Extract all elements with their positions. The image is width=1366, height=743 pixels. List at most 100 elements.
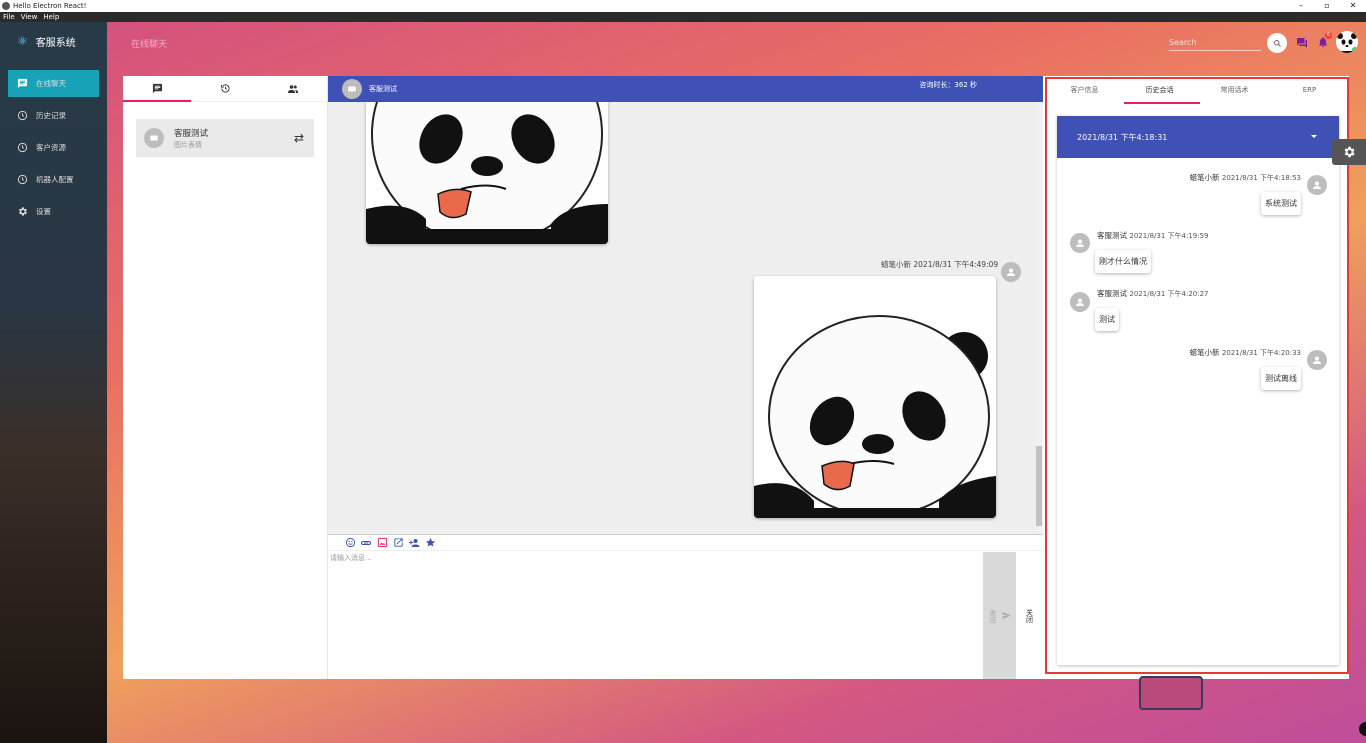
history-session-card: 2021/8/31 下午4:18:31 蜡笔小新 2021/8/31 下午4:1… (1057, 116, 1339, 665)
settings-drawer-button[interactable] (1332, 139, 1366, 165)
user-avatar (1307, 350, 1327, 370)
sidebar-item-label: 历史记录 (36, 111, 66, 120)
panda-sticker-image (366, 102, 608, 244)
sidebar-item-label: 客户资源 (36, 143, 66, 152)
notification-badge: 6 (1325, 32, 1332, 39)
clock-icon (17, 110, 28, 121)
chat-contact-name: 客服测试 (369, 85, 397, 93)
page-title: 在线聊天 (131, 40, 168, 50)
close-label: 关闭 (1025, 608, 1034, 623)
send-label: 发送 (989, 608, 997, 623)
session-select-value: 2021/8/31 下午4:18:31 (1077, 132, 1168, 142)
conversation-name: 客服测试 (174, 128, 209, 139)
history-icon (220, 84, 230, 93)
conversation-item[interactable]: 客服测试 图片表情 ⇄ (136, 119, 314, 157)
history-time: 2021/8/31 下午4:19:59 (1129, 232, 1209, 240)
transfer-icon[interactable]: ⇄ (294, 131, 304, 145)
consult-duration: 咨询时长：362 秒 (919, 81, 977, 89)
tab-contacts[interactable] (259, 76, 327, 101)
message-sender: 蜡笔小新 2021/8/31 下午4:49:09 (881, 260, 999, 269)
sidebar-item-label: 在线聊天 (36, 79, 66, 88)
panda-sticker-image (754, 276, 996, 518)
message-scrollbar[interactable] (1035, 102, 1043, 534)
tab-quick-replies[interactable]: 常用话术 (1197, 79, 1272, 105)
star-icon[interactable] (424, 537, 436, 549)
history-message-header: 蜡笔小新 2021/8/31 下午4:18:53 (1190, 172, 1302, 183)
tab-recent-chats[interactable] (191, 76, 259, 101)
tab-customer-info[interactable]: 客户信息 (1047, 79, 1122, 105)
search-icon (1273, 39, 1281, 47)
message-input[interactable] (328, 551, 983, 679)
brand-name: 客服系统 (35, 37, 76, 49)
floating-widget-thumbnail[interactable] (1139, 676, 1203, 710)
send-button[interactable]: 发送 (983, 552, 1016, 679)
messages-icon[interactable] (1296, 37, 1308, 49)
gear-icon (1344, 146, 1355, 158)
brand: ⚛ 客服系统 (0, 22, 107, 60)
search-box (1169, 35, 1261, 51)
user-avatar (1001, 262, 1021, 282)
chat-icon (152, 83, 162, 94)
history-sender: 蜡笔小新 (1189, 173, 1220, 182)
history-message-header: 客服测试 2021/8/31 下午4:19:59 (1097, 230, 1209, 241)
message-list[interactable]: 蜡笔小新 2021/8/31 下午4:49:09 (328, 102, 1043, 534)
chat-header: 客服测试 咨询时长：362 秒 (328, 76, 1043, 102)
add-person-icon[interactable] (408, 537, 420, 549)
sidebar-item-label: 设置 (36, 207, 51, 216)
user-avatar[interactable] (1336, 31, 1358, 53)
tab-erp[interactable]: ERP (1272, 79, 1347, 105)
maximize-button[interactable]: ▫ (1314, 0, 1340, 12)
clock-icon (17, 142, 28, 153)
left-tab-indicator (123, 100, 191, 102)
menu-help[interactable]: Help (43, 13, 59, 21)
emoji-icon[interactable] (344, 537, 356, 549)
scrollbar-thumb[interactable] (1036, 446, 1042, 526)
right-tabs: 客户信息 历史会话 常用话术 ERP (1047, 79, 1347, 105)
image-message[interactable] (366, 102, 608, 244)
history-time: 2021/8/31 下午4:20:33 (1221, 349, 1301, 357)
right-tab-indicator (1124, 102, 1200, 104)
chat-icon (17, 78, 28, 89)
tab-current-chats[interactable] (123, 76, 191, 101)
session-select[interactable]: 2021/8/31 下午4:18:31 (1057, 116, 1339, 158)
history-message-bubble: 系统测试 (1261, 192, 1301, 215)
history-time: 2021/8/31 下午4:20:27 (1129, 290, 1209, 298)
history-message-bubble: 刚才什么情况 (1095, 250, 1151, 273)
sidebar-nav: 在线聊天 历史记录 客户资源 机器人配置 设置 (0, 70, 107, 225)
sidebar: ⚛ 客服系统 在线聊天 历史记录 客户资源 机器人配置 设置 (0, 22, 107, 743)
history-message-header: 蜡笔小新 2021/8/31 下午4:20:33 (1190, 347, 1302, 358)
menu-view[interactable]: View (21, 13, 38, 21)
close-chat-button[interactable]: 关闭 (1016, 552, 1043, 679)
sidebar-item-history[interactable]: 历史记录 (8, 102, 99, 129)
image-icon[interactable] (376, 537, 388, 549)
search-button[interactable] (1267, 33, 1287, 53)
history-time: 2021/8/31 下午4:18:53 (1221, 174, 1301, 182)
search-input[interactable] (1169, 35, 1261, 50)
composer-toolbar (328, 534, 1043, 551)
chevron-down-icon (1311, 135, 1317, 138)
corner-floating-button[interactable] (1359, 722, 1366, 736)
user-avatar (1307, 175, 1327, 195)
main-area: 在线聊天 6 (107, 22, 1366, 743)
attach-icon[interactable] (360, 537, 372, 549)
send-icon (1002, 612, 1011, 619)
clock-icon (17, 174, 28, 185)
left-tabs (123, 76, 327, 102)
history-sender: 蜡笔小新 (1189, 348, 1220, 357)
user-avatar (1070, 233, 1090, 253)
sidebar-item-customers[interactable]: 客户资源 (8, 134, 99, 161)
sidebar-item-label: 机器人配置 (36, 175, 74, 184)
open-external-icon[interactable] (392, 537, 404, 549)
sidebar-item-robot-config[interactable]: 机器人配置 (8, 166, 99, 193)
sidebar-item-settings[interactable]: 设置 (8, 198, 99, 225)
history-message-header: 客服测试 2021/8/31 下午4:20:27 (1097, 288, 1209, 299)
people-icon (288, 84, 298, 93)
image-message[interactable] (754, 276, 996, 518)
minimize-button[interactable]: – (1288, 0, 1314, 12)
conversation-list-panel: 客服测试 图片表情 ⇄ (123, 76, 328, 679)
sidebar-item-online-chat[interactable]: 在线聊天 (8, 70, 99, 97)
close-window-button[interactable]: ✕ (1340, 0, 1366, 12)
menu-file[interactable]: File (3, 13, 15, 21)
window-title: Hello Electron React! (13, 2, 87, 10)
chat-window: 客服测试 咨询时长：362 秒 蜡笔小新 2021/8/31 下午4:49:09… (328, 76, 1043, 679)
